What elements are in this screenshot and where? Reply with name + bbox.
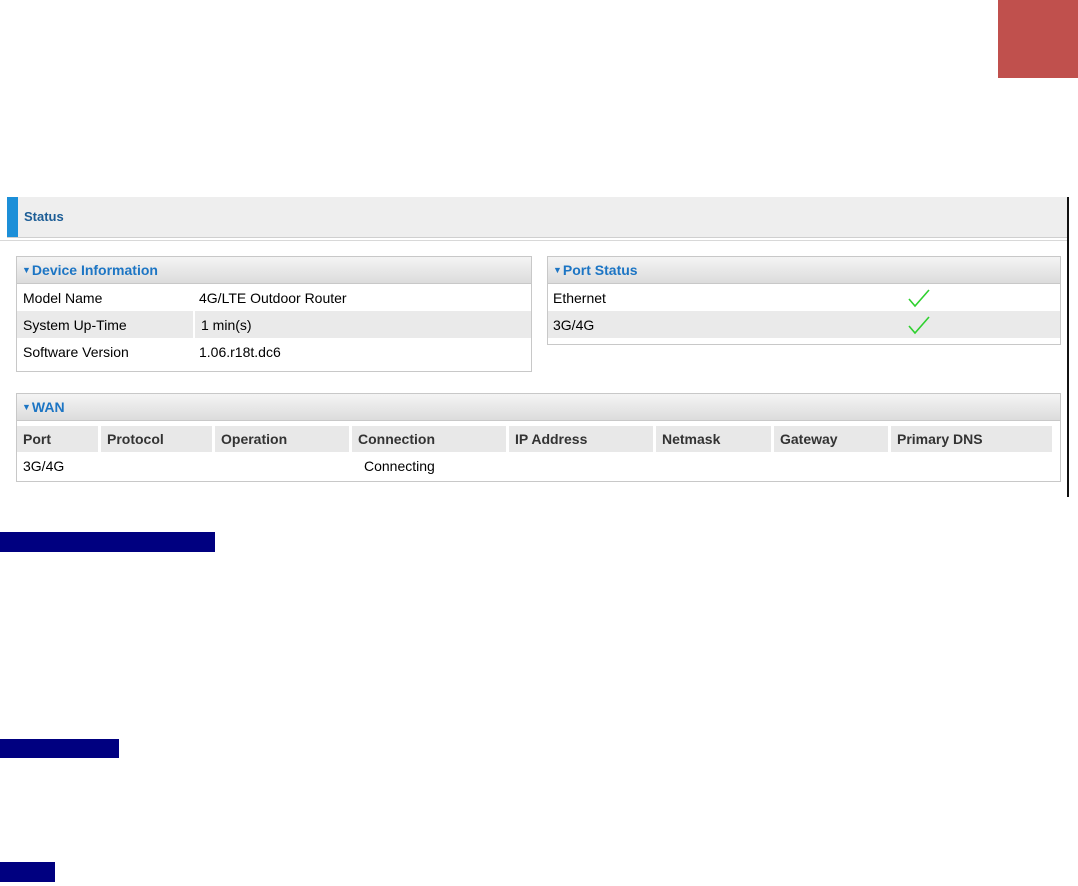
device-information-title: Device Information	[31, 262, 158, 278]
collapse-triangle-icon: ▼	[22, 265, 31, 275]
software-version-label: Software Version	[23, 343, 129, 360]
port-row-ethernet: Ethernet	[548, 284, 1060, 311]
ethernet-label: Ethernet	[553, 289, 606, 306]
model-name-label: Model Name	[23, 289, 103, 306]
wan-col-operation: Operation	[215, 426, 349, 452]
wan-col-port: Port	[17, 426, 98, 452]
wan-col-ip-address: IP Address	[509, 426, 653, 452]
check-icon	[907, 311, 1060, 338]
device-information-panel: ▼Device Information Model Name 4G/LTE Ou…	[16, 256, 532, 372]
wan-col-protocol: Protocol	[101, 426, 212, 452]
highlight-bar	[0, 739, 119, 758]
wan-col-connection: Connection	[352, 426, 506, 452]
page-right-border	[1067, 197, 1069, 497]
wan-column-headers: Port Protocol Operation Connection IP Ad…	[17, 426, 1060, 452]
status-accent-bar	[7, 197, 18, 237]
wan-cell-connection: Connecting	[364, 457, 435, 474]
port-status-panel: ▼Port Status Ethernet 3G/4G	[547, 256, 1061, 345]
uptime-value: 1 min(s)	[195, 311, 531, 338]
wan-title: WAN	[31, 399, 65, 415]
wan-row: 3G/4G Connecting	[17, 452, 1060, 479]
port-status-title: Port Status	[562, 262, 638, 278]
check-icon	[907, 284, 1060, 311]
model-name-value: 4G/LTE Outdoor Router	[199, 289, 347, 306]
collapse-triangle-icon: ▼	[22, 402, 31, 412]
uptime-label: System Up-Time	[17, 311, 193, 338]
status-title: Status	[24, 209, 64, 224]
device-info-row-software: Software Version 1.06.r18t.dc6	[17, 338, 531, 365]
corner-color-block	[998, 0, 1078, 78]
device-info-row-model: Model Name 4G/LTE Outdoor Router	[17, 284, 531, 311]
port-status-header[interactable]: ▼Port Status	[548, 257, 1060, 284]
highlight-bar	[0, 532, 215, 552]
wan-panel: ▼WAN Port Protocol Operation Connection …	[16, 393, 1061, 482]
software-version-value: 1.06.r18t.dc6	[199, 343, 281, 360]
device-information-header[interactable]: ▼Device Information	[17, 257, 531, 284]
port-row-3g4g: 3G/4G	[548, 311, 1060, 338]
status-header: Status	[7, 197, 1067, 238]
collapse-triangle-icon: ▼	[553, 265, 562, 275]
device-info-row-uptime: System Up-Time 1 min(s)	[17, 311, 531, 338]
highlight-bar	[0, 862, 55, 882]
wan-col-gateway: Gateway	[774, 426, 888, 452]
wan-cell-port: 3G/4G	[23, 457, 65, 474]
wan-header[interactable]: ▼WAN	[17, 394, 1060, 421]
3g4g-label: 3G/4G	[553, 316, 595, 333]
wan-col-netmask: Netmask	[656, 426, 771, 452]
wan-col-primary-dns: Primary DNS	[891, 426, 1052, 452]
header-divider	[0, 240, 1067, 241]
